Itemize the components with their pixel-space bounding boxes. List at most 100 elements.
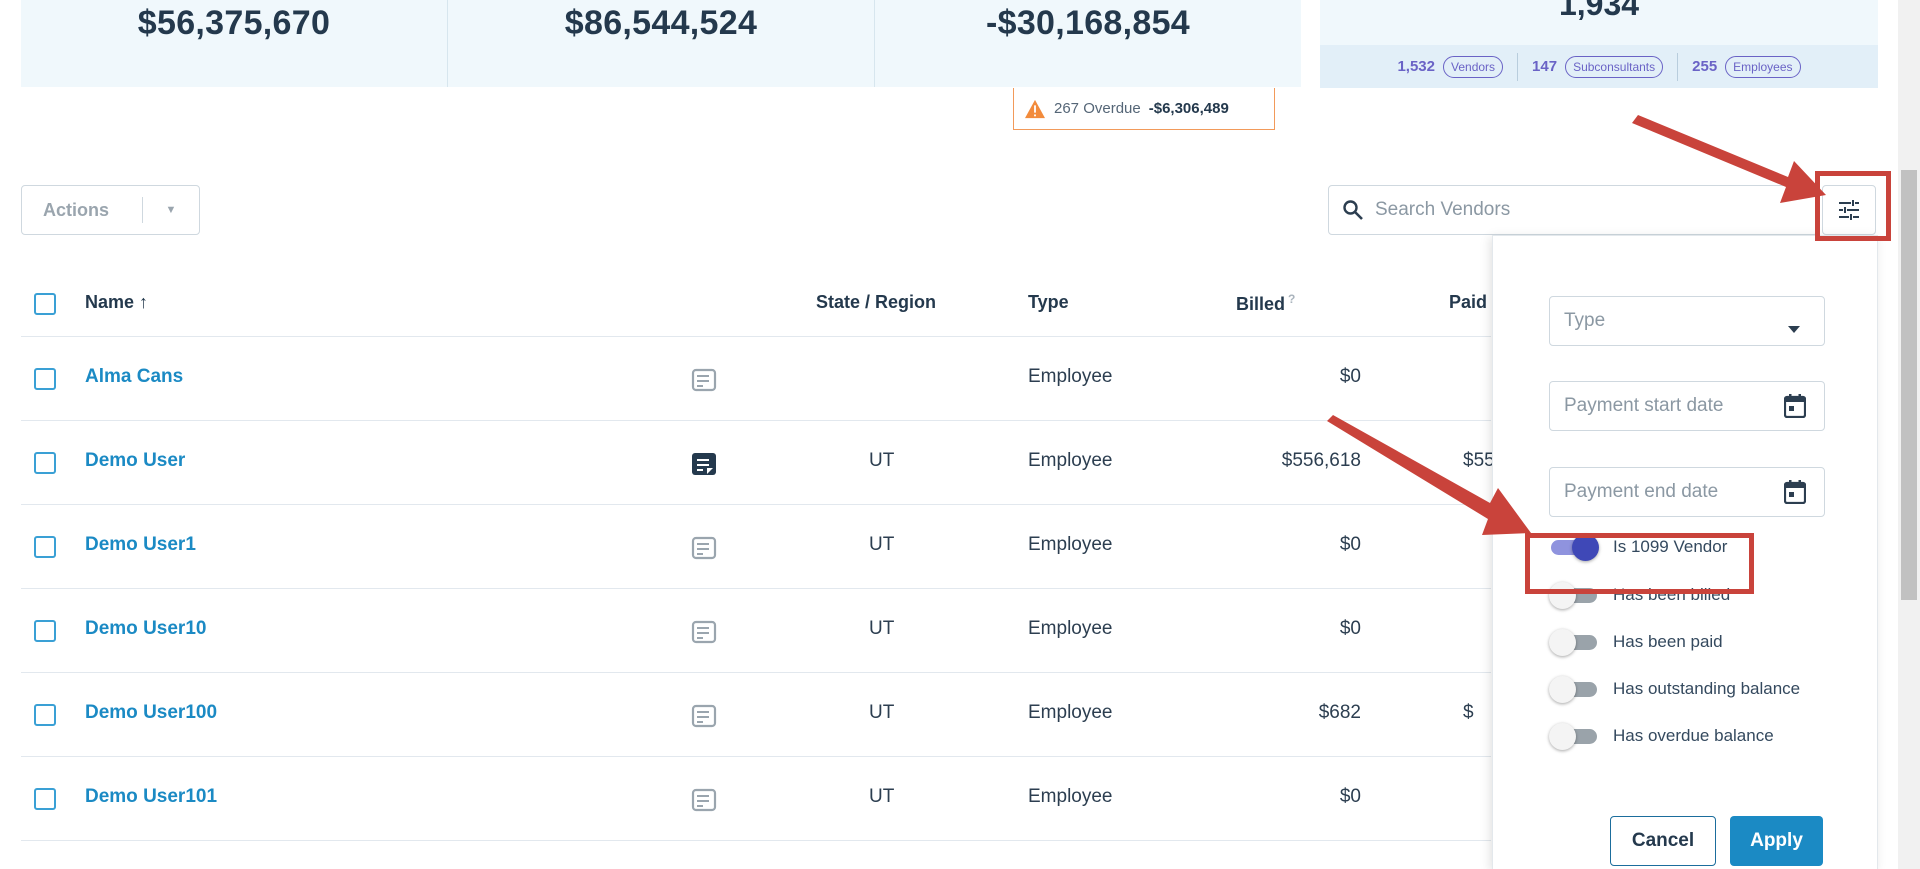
vendor-name-link[interactable]: Demo User1 [85, 534, 196, 556]
select-all-checkbox[interactable] [34, 293, 56, 315]
calendar-icon[interactable] [1783, 394, 1807, 424]
vendor-breakdown: 1,532 Vendors 147 Subconsultants 255 Emp… [1320, 45, 1878, 88]
column-type[interactable]: Type [1028, 292, 1069, 313]
count-pill: Vendors [1443, 55, 1504, 78]
count-subconsultants[interactable]: 147 Subconsultants [1518, 52, 1679, 81]
actions-label: Actions [43, 199, 110, 220]
toggle-label: Has outstanding balance [1613, 679, 1801, 698]
vendor-name-link[interactable]: Demo User101 [85, 786, 217, 808]
column-billed[interactable]: Billed? [1236, 292, 1295, 315]
paid-summary: $86,544,524 [448, 0, 875, 87]
state-cell: UT [869, 618, 895, 639]
vendors-table: Name ↑ State / Region Type Billed? Paid … [21, 272, 1495, 841]
toggle-label: Has been paid [1613, 632, 1723, 651]
row-checkbox[interactable] [34, 368, 56, 390]
calendar-icon[interactable] [1783, 480, 1807, 510]
filter-toggle-row[interactable]: Has overdue balance [1549, 722, 1774, 750]
vendor-count-total: 1,934 [1558, 0, 1640, 22]
type-cell: Employee [1028, 786, 1113, 807]
type-placeholder: Type [1564, 310, 1606, 331]
count-number: 1,532 [1397, 58, 1435, 75]
column-name[interactable]: Name ↑ [85, 292, 148, 313]
count-pill: Employees [1725, 55, 1801, 78]
row-checkbox[interactable] [34, 704, 56, 726]
billed-summary: $56,375,670 [21, 0, 448, 87]
row-checkbox[interactable] [34, 620, 56, 642]
payment-end-placeholder: Payment end date [1564, 481, 1719, 502]
row-checkbox[interactable] [34, 452, 56, 474]
table-row[interactable]: Demo User1 UT Employee $0 [21, 505, 1491, 589]
toggle-knob [1549, 676, 1576, 703]
overdue-badge[interactable]: 267 Overdue -$6,306,489 [1013, 88, 1275, 130]
table-row[interactable]: Demo User UT Employee $556,618 $55 [21, 421, 1495, 505]
state-cell: UT [869, 702, 895, 723]
table-row[interactable]: Demo User100 UT Employee $682 $ [21, 673, 1491, 757]
payment-start-date-field[interactable]: Payment start date [1549, 381, 1825, 431]
type-cell: Employee [1028, 618, 1113, 639]
table-header: Name ↑ State / Region Type Billed? Paid [21, 272, 1491, 337]
filter-toggle-row[interactable]: Has outstanding balance [1549, 675, 1800, 703]
vendor-count-card: 1,934 1,532 Vendors 147 Subconsultants 2… [1320, 0, 1878, 88]
vendor-name-link[interactable]: Demo User100 [85, 702, 217, 724]
state-cell: UT [869, 786, 895, 807]
overdue-amount: -$6,306,489 [1148, 100, 1229, 117]
row-checkbox[interactable] [34, 536, 56, 558]
scrollbar-thumb[interactable] [1901, 170, 1917, 600]
toggle-switch[interactable] [1549, 628, 1599, 656]
chevron-down-icon[interactable]: ▼ [143, 204, 199, 216]
caret-down-icon [1788, 317, 1800, 339]
warning-icon [1025, 99, 1045, 118]
toggle-knob [1549, 629, 1576, 656]
arrow-annotation [1632, 115, 1826, 203]
note-icon[interactable] [691, 535, 717, 561]
balance-summary: -$30,168,854 [875, 0, 1301, 87]
type-select[interactable]: Type [1549, 296, 1825, 346]
type-cell: Employee [1028, 450, 1113, 471]
filter-toggle-row[interactable]: Has been paid [1549, 628, 1723, 656]
note-icon[interactable] [691, 703, 717, 729]
table-row[interactable]: Alma Cans Employee $0 [21, 337, 1491, 421]
vendor-name-link[interactable]: Demo User10 [85, 618, 206, 640]
toggle-label: Has overdue balance [1613, 726, 1774, 745]
billed-cell: $682 [1318, 702, 1361, 723]
toggle-switch[interactable] [1549, 675, 1599, 703]
note-icon[interactable] [691, 367, 717, 393]
table-row[interactable]: Demo User10 UT Employee $0 [21, 589, 1491, 673]
table-row[interactable]: Demo User101 UT Employee $0 [21, 757, 1491, 841]
cancel-button[interactable]: Cancel [1610, 816, 1716, 866]
arrow-annotation [1327, 415, 1531, 535]
apply-button[interactable]: Apply [1730, 816, 1823, 866]
type-cell: Employee [1028, 366, 1113, 387]
balance-total: -$30,168,854 [986, 4, 1190, 42]
state-cell: UT [869, 534, 895, 555]
note-icon[interactable] [691, 787, 717, 813]
billed-total: $56,375,670 [137, 4, 331, 42]
state-cell: UT [869, 450, 895, 471]
toggle-knob [1549, 723, 1576, 750]
paid-total: $86,544,524 [564, 4, 758, 42]
row-checkbox[interactable] [34, 788, 56, 810]
help-icon[interactable]: ? [1288, 292, 1295, 306]
column-state[interactable]: State / Region [816, 292, 936, 313]
billed-cell: $0 [1339, 618, 1361, 639]
paid-cell: $ [1463, 702, 1474, 723]
note-icon[interactable] [691, 619, 717, 645]
count-number: 147 [1532, 58, 1558, 75]
note-icon[interactable] [691, 451, 717, 477]
column-billed-label: Billed [1236, 294, 1286, 314]
payment-start-placeholder: Payment start date [1564, 395, 1724, 416]
table-body: Alma Cans Employee $0 Demo User UT Employee $5… [21, 337, 1495, 841]
billed-cell: $0 [1339, 366, 1361, 387]
summary-cards: $56,375,670 $86,544,524 -$30,168,854 [21, 0, 1301, 87]
actions-dropdown[interactable]: Actions ▼ [21, 185, 200, 235]
count-vendors[interactable]: 1,532 Vendors [1383, 52, 1519, 81]
count-employees[interactable]: 255 Employees [1678, 53, 1814, 81]
vendor-name-link[interactable]: Demo User [85, 450, 185, 472]
payment-end-date-field[interactable]: Payment end date [1549, 467, 1825, 517]
vendor-name-link[interactable]: Alma Cans [85, 366, 183, 388]
toggle-switch[interactable] [1549, 722, 1599, 750]
column-paid[interactable]: Paid [1449, 292, 1487, 313]
highlight-box-1099-toggle [1525, 533, 1754, 594]
type-cell: Employee [1028, 534, 1113, 555]
overdue-count: 267 Overdue [1054, 100, 1141, 117]
